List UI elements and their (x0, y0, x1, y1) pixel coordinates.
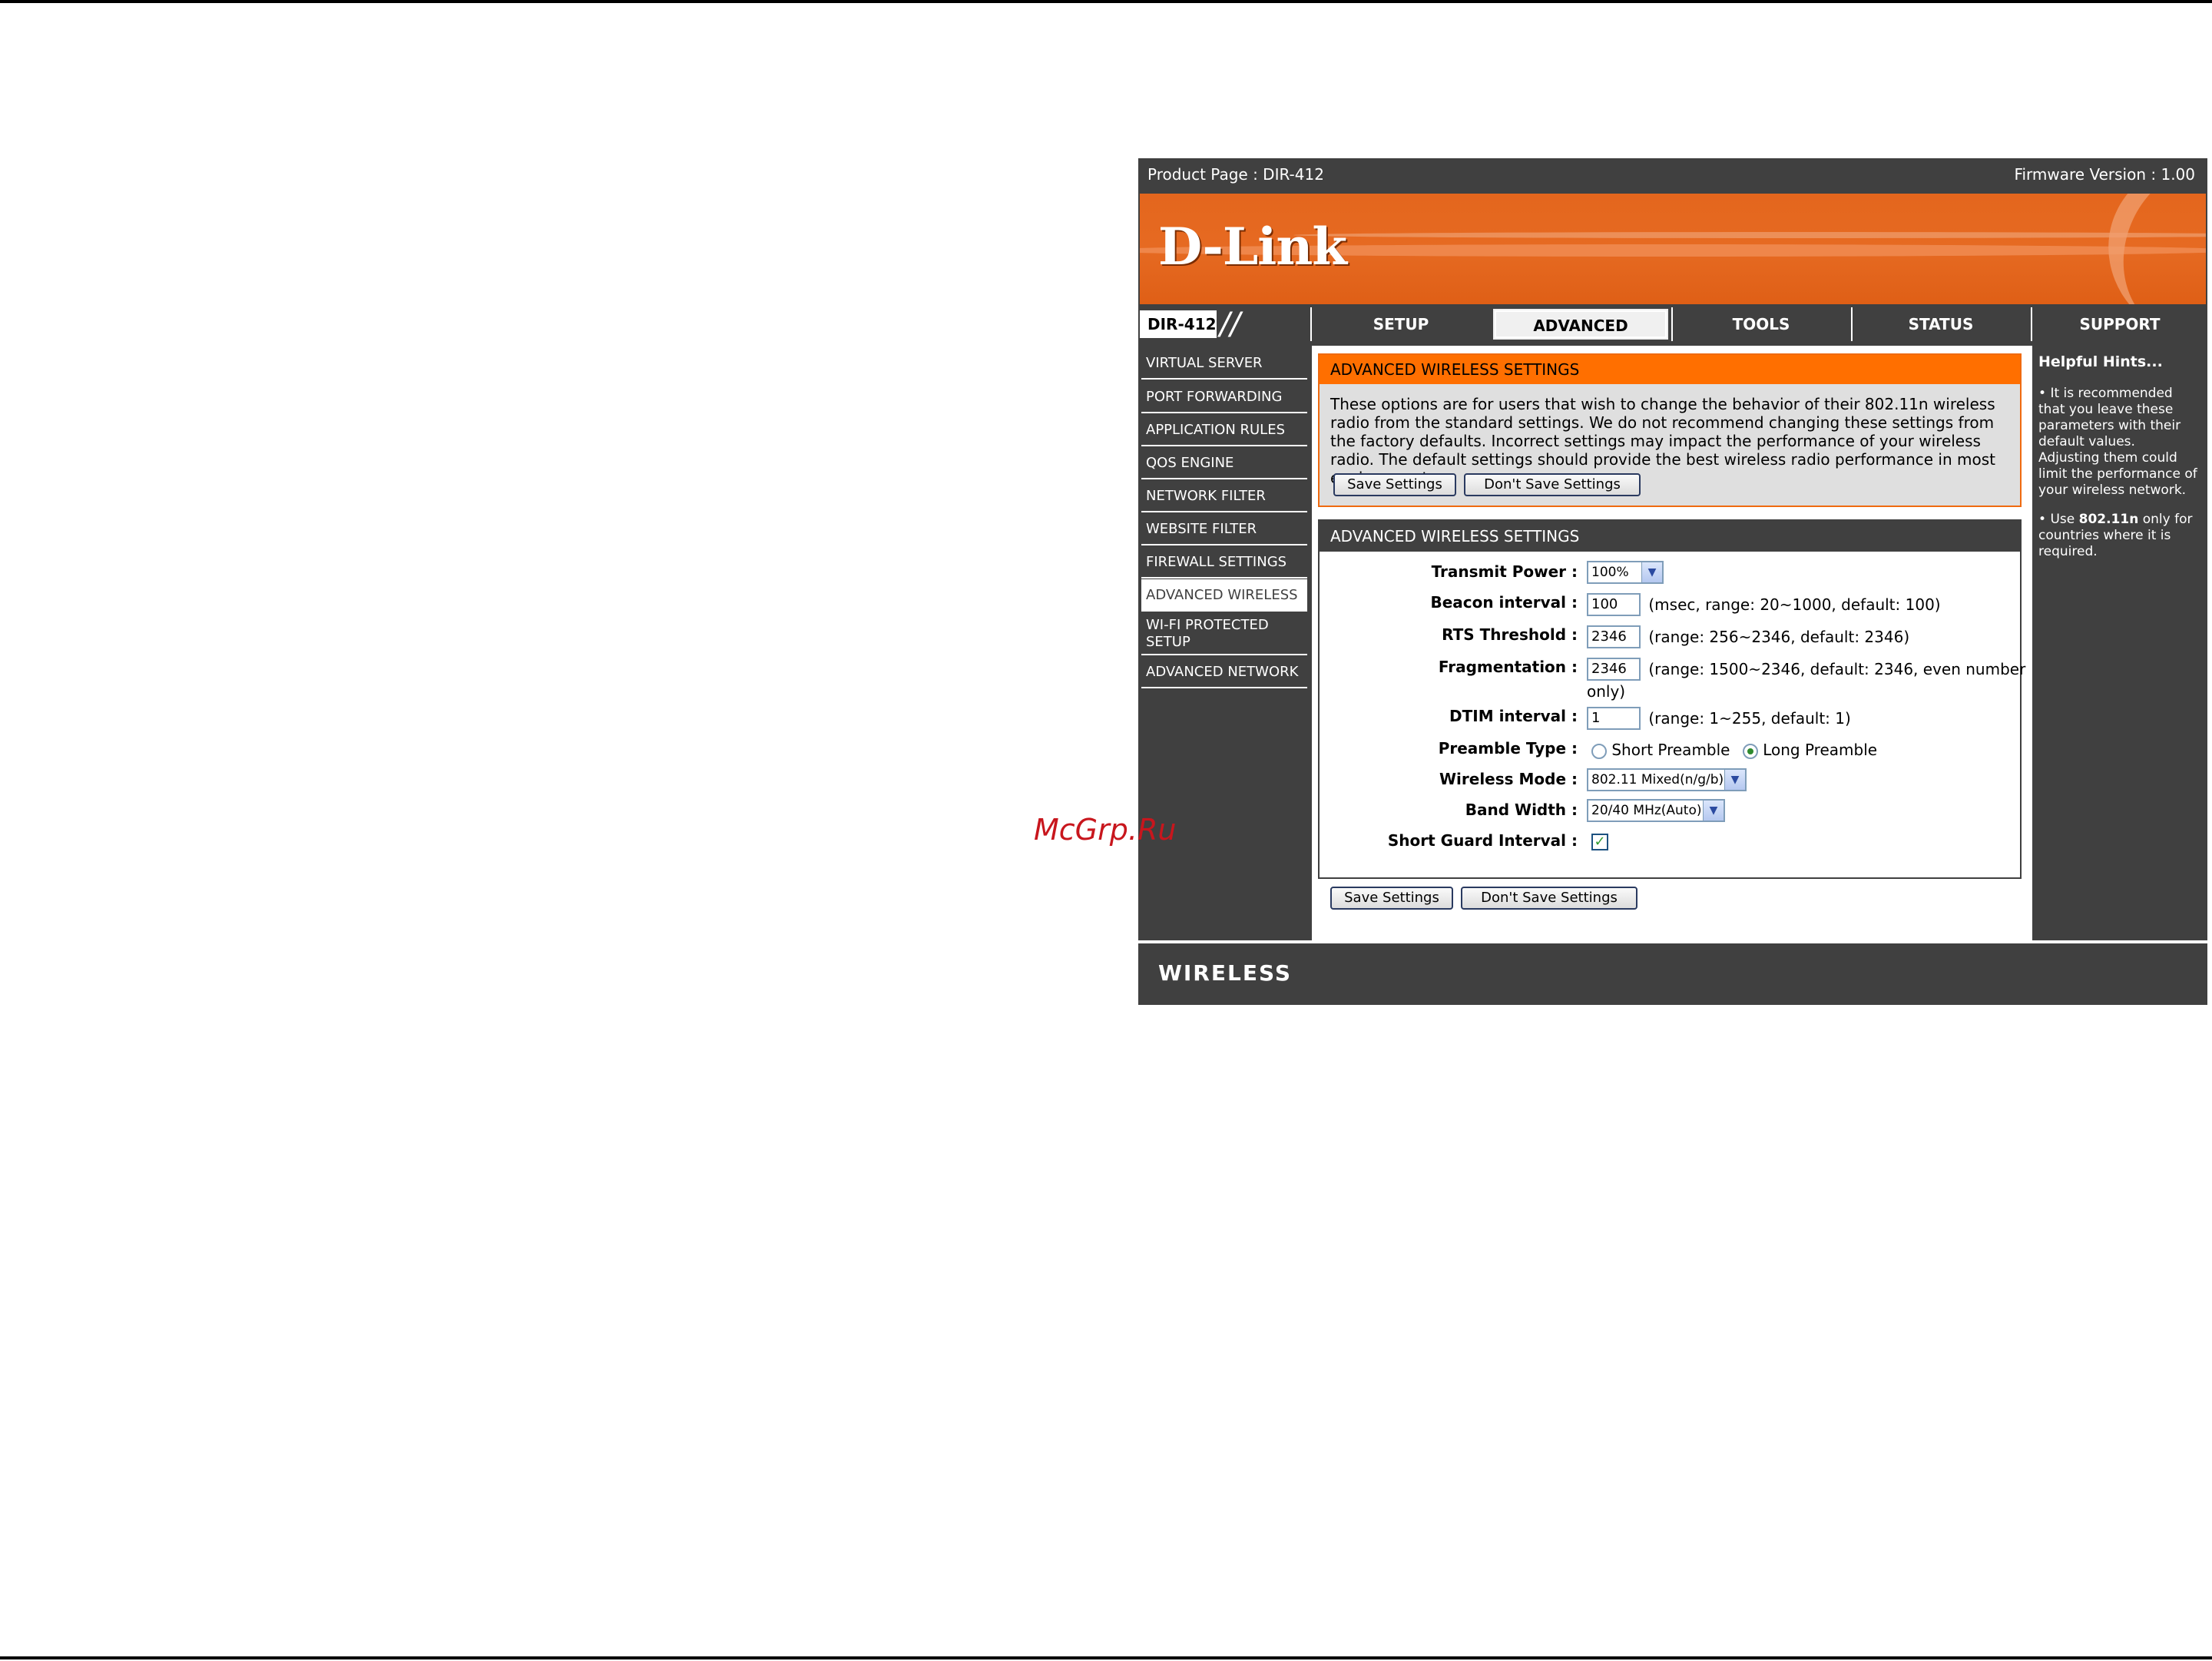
band-width-select[interactable]: 20/40 MHz(Auto) ▼ (1587, 799, 1725, 822)
wireless-brand: WIRELESS (1158, 960, 1293, 986)
hint-text-1: It is recommended that you leave these p… (2038, 386, 2197, 498)
fragmentation-row: 2346 (range: 1500~2346, default: 2346, e… (1587, 658, 2025, 681)
sidebar-item-firewall-settings[interactable]: FIREWALL SETTINGS (1141, 546, 1307, 579)
transmit-power-row: 100% ▼ (1587, 561, 1664, 584)
wireless-mode-label: Wireless Mode : (1439, 770, 1578, 788)
save-settings-button[interactable]: Save Settings (1333, 473, 1456, 496)
long-preamble-radio[interactable] (1742, 743, 1758, 759)
rts-threshold-input[interactable]: 2346 (1587, 625, 1641, 648)
transmit-power-label: Transmit Power : (1431, 562, 1578, 581)
brand-banner: D-Link (1140, 194, 2206, 304)
settings-title: ADVANCED WIRELESS SETTINGS (1320, 521, 2020, 552)
bottom-dont-save-settings-button[interactable]: Don't Save Settings (1461, 887, 1637, 910)
dont-save-settings-button[interactable]: Don't Save Settings (1464, 473, 1641, 496)
short-guard-interval-row: ✓ (1587, 831, 1608, 850)
beacon-interval-row: 100 (msec, range: 20~1000, default: 100) (1587, 593, 1941, 616)
band-width-label: Band Width : (1465, 801, 1578, 819)
chevron-down-icon: ▼ (1641, 562, 1662, 582)
short-guard-interval-checkbox[interactable]: ✓ (1591, 833, 1608, 850)
helpful-hints-panel: Helpful Hints... • It is recommended tha… (2034, 346, 2207, 940)
wireless-mode-value: 802.11 Mixed(n/g/b) (1591, 772, 1724, 787)
tab-tools[interactable]: TOOLS (1671, 307, 1849, 341)
sidebar-item-advanced-network[interactable]: ADVANCED NETWORK (1141, 656, 1307, 688)
sidebar-item-port-forwarding[interactable]: PORT FORWARDING (1141, 381, 1307, 413)
tab-advanced[interactable]: ADVANCED (1492, 307, 1670, 341)
bullet-icon: • (2038, 386, 2047, 401)
wireless-mode-select[interactable]: 802.11 Mixed(n/g/b) ▼ (1587, 768, 1747, 791)
hint-text-2-bold: 802.11n (2078, 512, 2139, 527)
settings-panel: ADVANCED WIRELESS SETTINGS Transmit Powe… (1318, 519, 2025, 879)
watermark: McGrp.Ru (1034, 813, 1177, 847)
tab-status[interactable]: STATUS (1851, 307, 2029, 341)
hints-title: Helpful Hints... (2038, 353, 2163, 370)
intro-title: ADVANCED WIRELESS SETTINGS (1320, 355, 2020, 384)
intro-panel: ADVANCED WIRELESS SETTINGS These options… (1318, 353, 2022, 507)
footer: WIRELESS (1138, 940, 2207, 1005)
wireless-mode-row: 802.11 Mixed(n/g/b) ▼ (1587, 768, 1747, 791)
dtim-interval-label: DTIM interval : (1449, 707, 1578, 725)
band-width-row: 20/40 MHz(Auto) ▼ (1587, 799, 1725, 822)
product-page-label: Product Page : DIR-412 (1147, 165, 1324, 184)
short-guard-interval-label: Short Guard Interval : (1387, 831, 1578, 850)
dtim-interval-row: 1 (range: 1~255, default: 1) (1587, 707, 1851, 730)
model-label: DIR-412 (1140, 310, 1217, 338)
page-top-rule (0, 0, 2212, 3)
hint-item: • It is recommended that you leave these… (2038, 386, 2200, 499)
fragmentation-label: Fragmentation : (1438, 658, 1578, 676)
fragmentation-input[interactable]: 2346 (1587, 658, 1641, 681)
sidebar-item-virtual-server[interactable]: VIRTUAL SERVER (1141, 347, 1307, 380)
dtim-interval-input[interactable]: 1 (1587, 707, 1641, 730)
sidebar-item-qos-engine[interactable]: QOS ENGINE (1141, 447, 1307, 479)
rts-threshold-label: RTS Threshold : (1442, 625, 1578, 644)
dtim-interval-hint: (range: 1~255, default: 1) (1648, 709, 1851, 728)
rts-threshold-row: 2346 (range: 256~2346, default: 2346) (1587, 625, 1909, 648)
long-preamble-label: Long Preamble (1763, 741, 1878, 759)
hint-text-2-pre: Use (2050, 512, 2075, 527)
transmit-power-select[interactable]: 100% ▼ (1587, 561, 1664, 584)
chevron-down-icon: ▼ (1703, 801, 1724, 821)
preamble-type-row: Short Preamble Long Preamble (1587, 741, 1877, 759)
beacon-interval-label: Beacon interval : (1430, 593, 1578, 612)
sidebar-item-network-filter[interactable]: NETWORK FILTER (1141, 480, 1307, 512)
hint-item: • Use 802.11n only for countries where i… (2038, 512, 2200, 560)
bottom-save-settings-button[interactable]: Save Settings (1330, 887, 1453, 910)
bullet-icon: • (2038, 512, 2047, 527)
banner-wave-light (1293, 232, 2206, 238)
slash-decoration-icon: // (1220, 307, 1240, 342)
beacon-interval-hint: (msec, range: 20~1000, default: 100) (1648, 595, 1941, 614)
main-nav: DIR-412 // SETUP ADVANCED TOOLS STATUS S… (1138, 306, 2207, 344)
sidebar-item-advanced-wireless[interactable]: ADVANCED WIRELESS (1141, 579, 1307, 612)
fragmentation-hint-continued: only) (1587, 682, 1626, 701)
short-preamble-label: Short Preamble (1611, 741, 1730, 759)
rts-threshold-hint: (range: 256~2346, default: 2346) (1648, 628, 1910, 646)
main-content: ADVANCED WIRELESS SETTINGS These options… (1312, 346, 2032, 940)
beacon-interval-input[interactable]: 100 (1587, 593, 1641, 616)
band-width-value: 20/40 MHz(Auto) (1591, 803, 1702, 818)
short-preamble-radio[interactable] (1591, 743, 1607, 759)
top-bar: Product Page : DIR-412 Firmware Version … (1138, 158, 2207, 191)
dlink-logo: D-Link (1158, 217, 1347, 277)
chevron-down-icon: ▼ (1724, 770, 1745, 790)
preamble-type-label: Preamble Type : (1438, 739, 1578, 758)
tab-setup[interactable]: SETUP (1310, 307, 1490, 341)
tab-support[interactable]: SUPPORT (2031, 307, 2207, 341)
page-bottom-rule (0, 1656, 2212, 1659)
firmware-version-label: Firmware Version : 1.00 (2014, 165, 2195, 184)
sidebar-item-application-rules[interactable]: APPLICATION RULES (1141, 414, 1307, 446)
router-admin-window: Product Page : DIR-412 Firmware Version … (1138, 158, 2207, 1005)
transmit-power-value: 100% (1591, 565, 1629, 580)
sidebar: VIRTUAL SERVER PORT FORWARDING APPLICATI… (1138, 346, 1310, 940)
sidebar-item-website-filter[interactable]: WEBSITE FILTER (1141, 513, 1307, 545)
fragmentation-hint: (range: 1500~2346, default: 2346, even n… (1648, 660, 2026, 678)
model-tab: DIR-412 // (1140, 307, 1309, 341)
sidebar-item-wifi-protected-setup[interactable]: WI-FI PROTECTED SETUP (1141, 612, 1307, 655)
